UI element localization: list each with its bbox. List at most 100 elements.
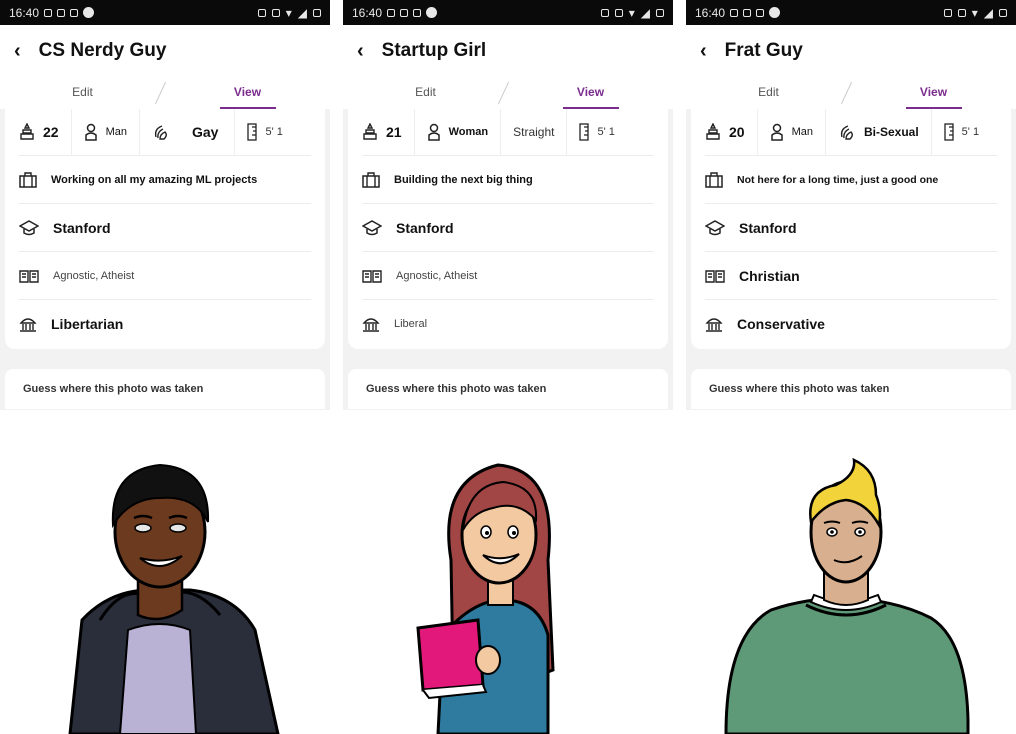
photo-prompt[interactable]: Guess where this photo was taken [691,369,1011,409]
battery-icon [999,8,1007,17]
signal-icon: ◢ [640,5,650,20]
phone-screen-1: 16:40 ▾ ◢ ‹ CS Nerdy Guy Edit View 22 Ma… [0,0,330,410]
age-icon [706,123,720,140]
frat-guy-illustration [724,457,970,734]
mail-icon [57,8,66,17]
wifi-icon: ▾ [971,5,978,20]
briefcase-icon [362,171,380,188]
school-row: Stanford [362,203,654,251]
age-icon [363,123,377,140]
profile-title: Frat Guy [724,40,803,61]
age-icon [20,123,34,140]
job-value: Working on all my amazing ML projects [51,173,258,186]
back-arrow-icon[interactable]: ‹ [357,41,364,61]
tab-edit[interactable]: Edit [0,77,165,109]
edit-view-tabs: Edit View [343,77,673,109]
notification-icon [413,8,422,17]
record-icon [426,7,438,18]
record-icon [769,7,781,18]
mail-icon [400,8,409,17]
politics-row: Conservative [705,299,997,347]
signal-icon: ◢ [983,5,993,20]
height-ruler-icon [247,123,258,141]
sexuality-icon [154,125,167,140]
back-arrow-icon[interactable]: ‹ [14,41,21,61]
mail-icon [743,8,752,17]
back-arrow-icon[interactable]: ‹ [700,41,707,61]
height-value: 5' 1 [597,126,615,138]
phone-screen-2: 16:40 ▾ ◢ ‹ Startup Girl Edit View 21 Wo… [343,0,673,410]
job-row: Working on all my amazing ML projects [19,155,311,203]
photo-prompt[interactable]: Guess where this photo was taken [5,369,325,409]
capitol-building-icon [19,317,37,332]
graduation-cap-icon [362,219,382,235]
politics-row: Libertarian [19,299,311,347]
photo-prompt[interactable]: Guess where this photo was taken [348,369,668,409]
job-row: Not here for a long time, just a good on… [705,155,997,203]
status-bar: 16:40 ▾ ◢ [0,0,330,25]
status-time: 16:40 [352,5,383,20]
religion-row: Agnostic, Atheist [362,251,654,299]
app-header: ‹ CS Nerdy Guy [0,25,330,77]
politics-row: Liberal [362,299,654,347]
school-value: Stanford [739,219,797,236]
status-bar: 16:40 ▾ ◢ [686,0,1016,25]
record-icon [83,7,95,18]
profile-info-card: 21 Woman Straight 5' 1 Building the next… [348,109,668,349]
tab-view[interactable]: View [508,77,673,109]
phone-screen-3: 16:40 ▾ ◢ ‹ Frat Guy Edit View 20 Man Bi… [686,0,1016,410]
height-value: 5' 1 [265,126,283,138]
tab-view[interactable]: View [851,77,1016,109]
height-ruler-icon [944,123,954,141]
edit-view-tabs: Edit View [686,77,1016,109]
religion-row: Christian [705,251,997,299]
profile-info-card: 22 Man Gay 5' 1 Working on all my amazin… [5,109,325,349]
school-row: Stanford [19,203,311,251]
tab-view[interactable]: View [165,77,330,109]
vitals-row[interactable]: 20 Man Bi-Sexual 5' 1 [705,109,997,155]
tab-edit[interactable]: Edit [343,77,508,109]
religion-row: Agnostic, Atheist [19,251,311,299]
height-value: 5' 1 [961,126,980,138]
alarm-icon [257,8,266,17]
nerdy-guy-illustration [68,463,280,734]
person-icon [770,123,783,141]
profile-title: CS Nerdy Guy [38,40,167,61]
briefcase-icon [19,171,37,188]
notification-icon [730,8,739,17]
briefcase-icon [705,171,723,188]
app-header: ‹ Frat Guy [686,25,1016,77]
status-time: 16:40 [9,5,40,20]
sexuality-value: Straight [513,125,555,139]
alarm-icon [600,8,609,17]
battery-icon [656,8,664,17]
vibrate-icon [614,8,623,17]
startup-girl-illustration [416,463,555,734]
politics-value: Conservative [737,315,825,332]
religion-value: Agnostic, Atheist [53,269,135,282]
religion-value: Agnostic, Atheist [396,269,478,282]
wifi-icon: ▾ [285,5,292,20]
age-value: 22 [43,124,59,140]
notification-icon [44,8,53,17]
job-row: Building the next big thing [362,155,654,203]
vitals-row[interactable]: 21 Woman Straight 5' 1 [362,109,654,155]
age-value: 20 [729,124,745,140]
notification-icon [70,8,79,17]
app-header: ‹ Startup Girl [343,25,673,77]
tab-edit[interactable]: Edit [686,77,851,109]
religion-value: Christian [739,267,800,284]
person-icon [427,123,440,141]
capitol-building-icon [705,317,723,332]
alarm-icon [943,8,952,17]
school-value: Stanford [53,219,111,236]
politics-value: Libertarian [51,315,124,332]
height-ruler-icon [579,123,590,141]
profile-info-card: 20 Man Bi-Sexual 5' 1 Not here for a lon… [691,109,1011,349]
graduation-cap-icon [19,219,39,235]
politics-value: Liberal [394,317,428,330]
sexuality-value: Gay [191,124,219,140]
sexuality-value: Bi-Sexual [863,125,919,139]
vitals-row[interactable]: 22 Man Gay 5' 1 [19,109,311,155]
job-value: Not here for a long time, just a good on… [737,173,939,186]
